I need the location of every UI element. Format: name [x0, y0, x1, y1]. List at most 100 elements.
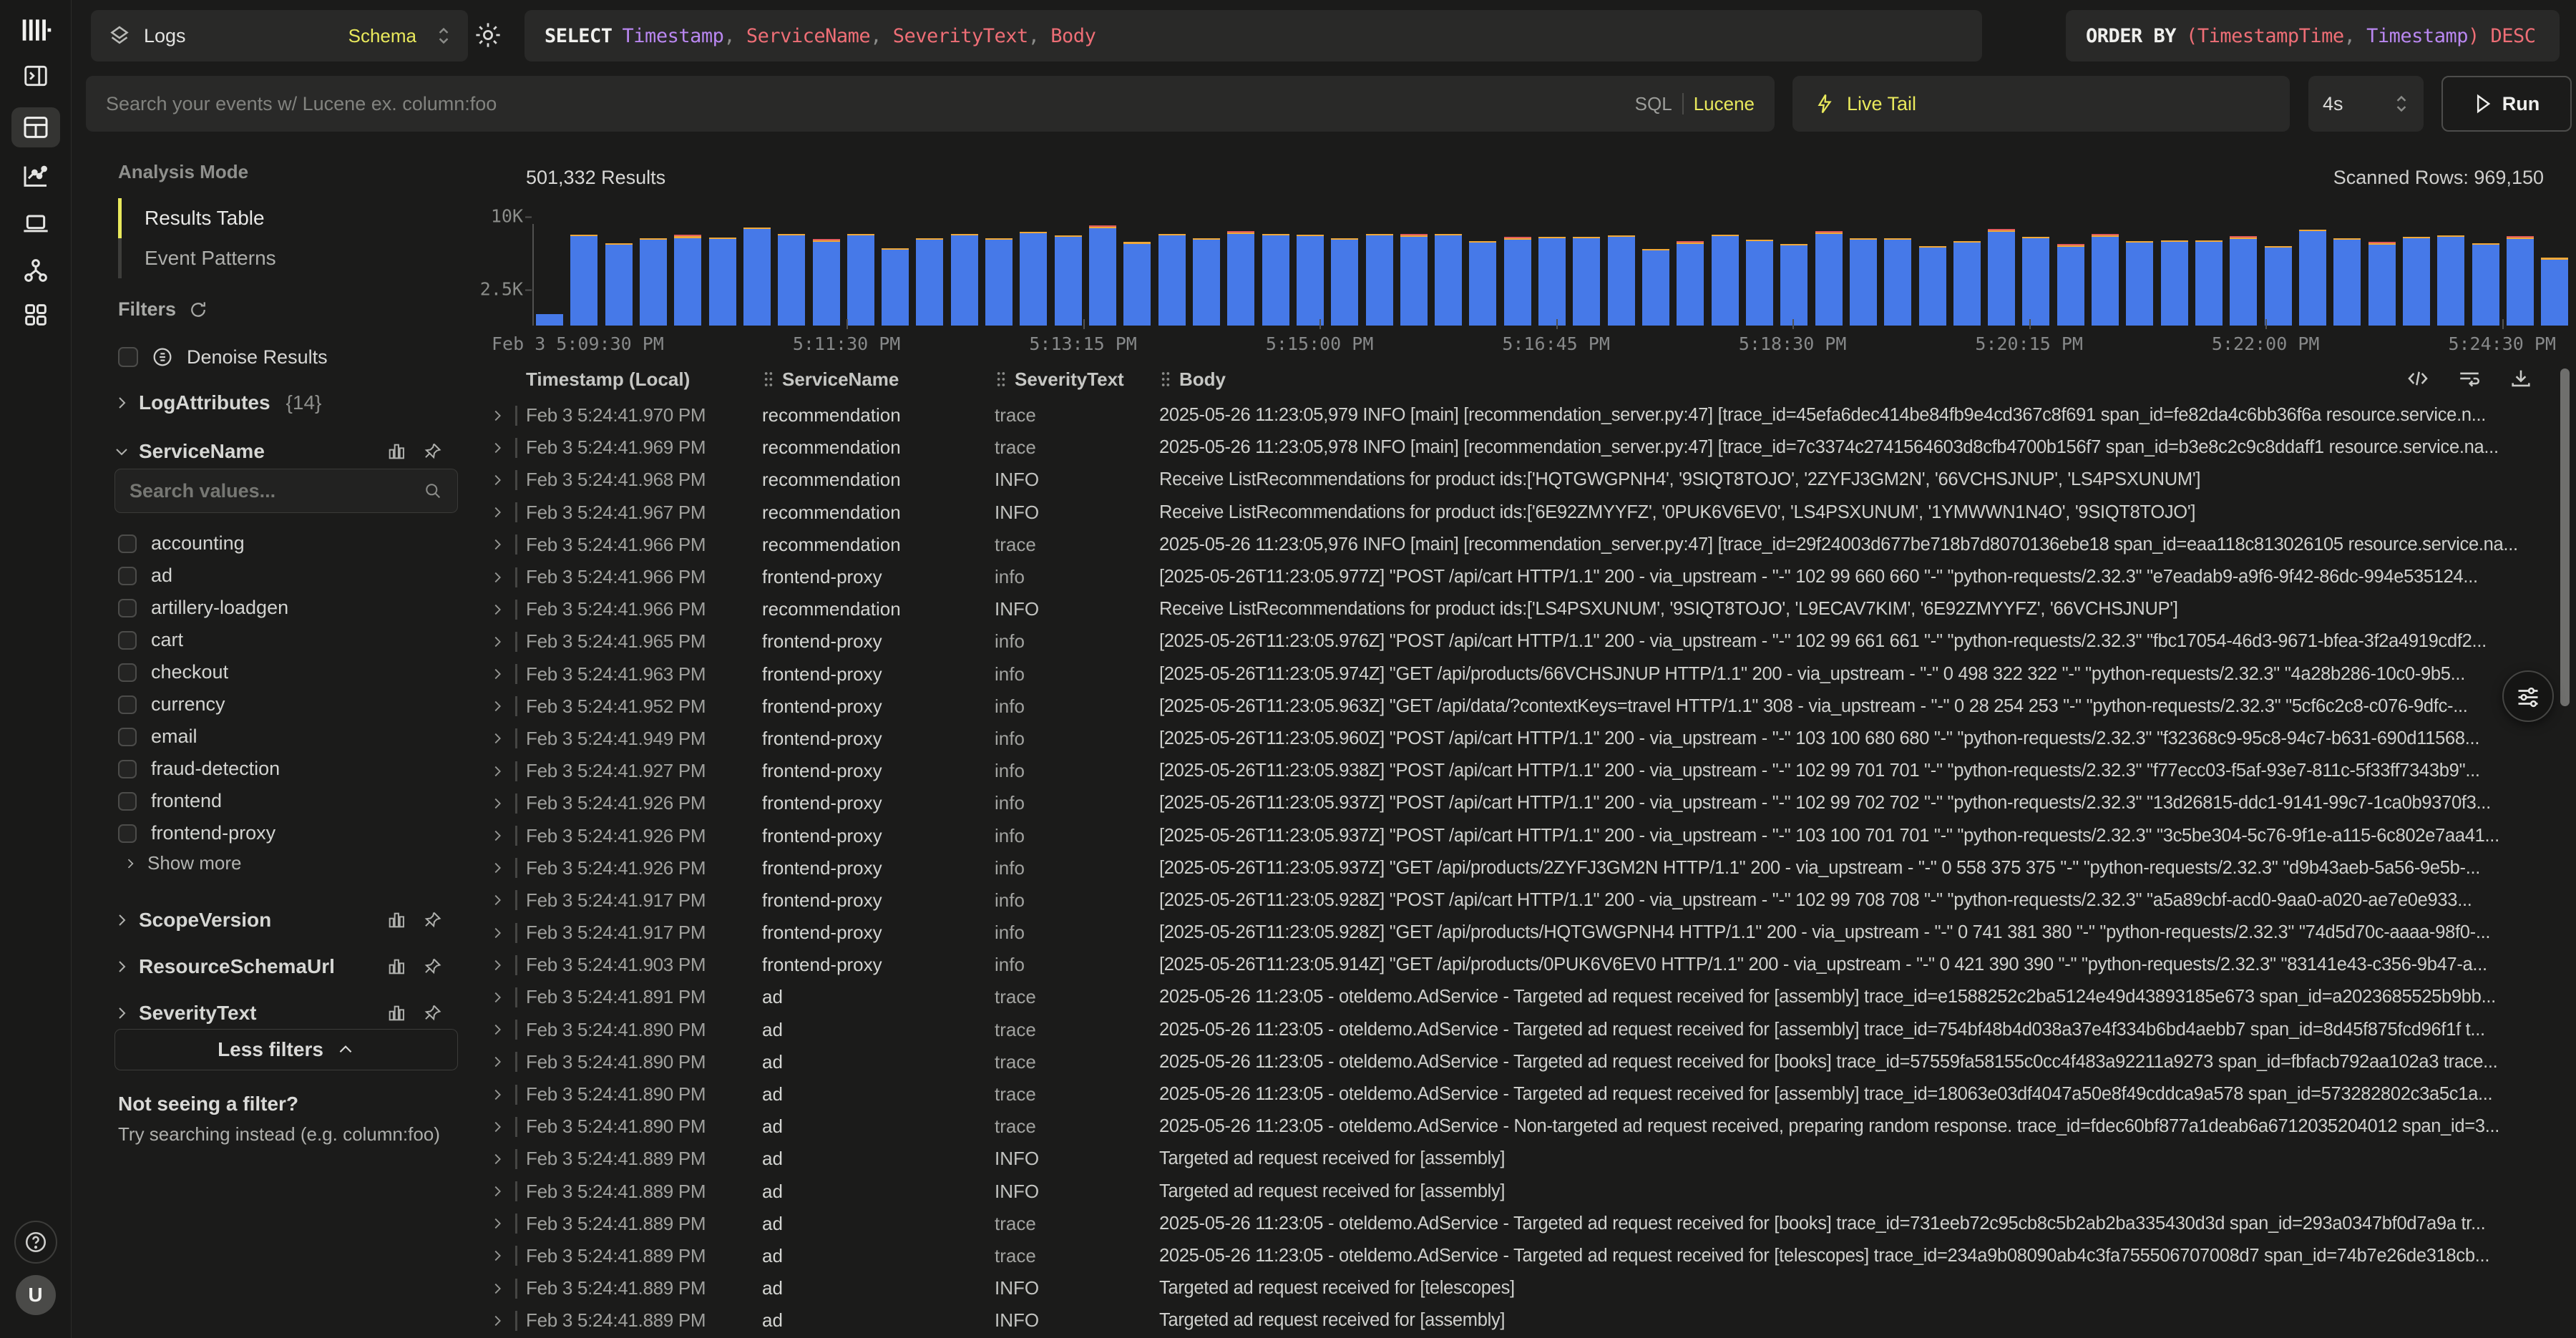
- row-expand-chevron[interactable]: [489, 698, 505, 714]
- row-expand-chevron[interactable]: [489, 1216, 505, 1231]
- checkbox[interactable]: [118, 792, 137, 811]
- vertical-scrollbar-thumb[interactable]: [2560, 368, 2570, 706]
- table-row[interactable]: Feb 3 5:24:41.889 PM ad INFO Targeted ad…: [472, 1176, 2576, 1208]
- service-filter-option[interactable]: email: [118, 721, 447, 753]
- service-filter-option[interactable]: accounting: [118, 527, 447, 560]
- column-header-severitytext[interactable]: SeverityText: [995, 368, 1159, 391]
- pin-icon[interactable]: [422, 957, 442, 977]
- checkbox[interactable]: [118, 760, 137, 778]
- pin-icon[interactable]: [422, 441, 442, 462]
- select-clause-editor[interactable]: SELECT Timestamp, ServiceName, SeverityT…: [525, 10, 1982, 62]
- row-expand-chevron[interactable]: [489, 925, 505, 941]
- analysis-mode-event-patterns[interactable]: Event Patterns: [118, 238, 276, 278]
- row-expand-chevron[interactable]: [489, 828, 505, 844]
- row-expand-chevron[interactable]: [489, 602, 505, 617]
- user-avatar[interactable]: U: [16, 1275, 56, 1315]
- schema-mode-label[interactable]: Schema: [348, 25, 416, 47]
- table-row[interactable]: Feb 3 5:24:41.890 PM ad trace 2025-05-26…: [472, 1110, 2576, 1143]
- row-expand-chevron[interactable]: [489, 408, 505, 424]
- row-expand-chevron[interactable]: [489, 634, 505, 650]
- drag-handle-icon[interactable]: [1159, 371, 1172, 388]
- row-expand-chevron[interactable]: [489, 1313, 505, 1329]
- checkbox[interactable]: [118, 567, 137, 585]
- service-filter-option[interactable]: cart: [118, 624, 447, 656]
- table-row[interactable]: Feb 3 5:24:41.963 PM frontend-proxy info…: [472, 658, 2576, 690]
- row-expand-chevron[interactable]: [489, 440, 505, 456]
- table-row[interactable]: Feb 3 5:24:41.891 PM ad trace 2025-05-26…: [472, 981, 2576, 1013]
- checkbox[interactable]: [118, 663, 137, 682]
- filter-group-logattributes[interactable]: LogAttributes {14}: [113, 391, 442, 414]
- sql-mode-toggle[interactable]: SQL: [1635, 93, 1672, 115]
- checkbox[interactable]: [118, 695, 137, 714]
- wrap-lines-icon[interactable]: [2457, 366, 2482, 391]
- row-expand-chevron[interactable]: [489, 1151, 505, 1167]
- filter-group-servicename[interactable]: ServiceName: [113, 440, 442, 463]
- row-expand-chevron[interactable]: [489, 763, 505, 779]
- table-row[interactable]: Feb 3 5:24:41.968 PM recommendation INFO…: [472, 464, 2576, 496]
- chart-group-icon[interactable]: [386, 957, 406, 977]
- column-header-body[interactable]: Body: [1159, 368, 2576, 391]
- pin-icon[interactable]: [422, 910, 442, 930]
- refresh-filters-icon[interactable]: [187, 299, 209, 321]
- less-filters-button[interactable]: Less filters: [114, 1029, 458, 1070]
- run-button[interactable]: Run: [2441, 76, 2572, 132]
- collapse-sidebar-button[interactable]: [11, 56, 60, 96]
- rail-item-client-sessions[interactable]: [11, 203, 60, 243]
- table-row[interactable]: Feb 3 5:24:41.917 PM frontend-proxy info…: [472, 884, 2576, 917]
- filter-group-scopeversion[interactable]: ScopeVersion: [113, 897, 442, 943]
- row-expand-chevron[interactable]: [489, 666, 505, 682]
- table-row[interactable]: Feb 3 5:24:41.889 PM ad trace 2025-05-26…: [472, 1240, 2576, 1272]
- source-selector[interactable]: Logs Schema: [91, 10, 468, 62]
- table-row[interactable]: Feb 3 5:24:41.952 PM frontend-proxy info…: [472, 690, 2576, 723]
- table-row[interactable]: Feb 3 5:24:41.949 PM frontend-proxy info…: [472, 723, 2576, 755]
- column-header-servicename[interactable]: ServiceName: [762, 368, 995, 391]
- rail-item-services[interactable]: [11, 250, 60, 290]
- display-settings-fab[interactable]: [2502, 670, 2554, 722]
- table-row[interactable]: Feb 3 5:24:41.966 PM recommendation INFO…: [472, 593, 2576, 625]
- rail-item-dashboards[interactable]: [11, 295, 60, 335]
- table-row[interactable]: Feb 3 5:24:41.927 PM frontend-proxy info…: [472, 755, 2576, 787]
- table-row[interactable]: Feb 3 5:24:41.889 PM ad INFO Targeted ad…: [472, 1272, 2576, 1304]
- refresh-interval-select[interactable]: 4s: [2308, 76, 2424, 132]
- code-icon[interactable]: [2406, 366, 2430, 391]
- table-row[interactable]: Feb 3 5:24:41.889 PM ad INFO Targeted ad…: [472, 1304, 2576, 1337]
- drag-handle-icon[interactable]: [762, 371, 775, 388]
- table-row[interactable]: Feb 3 5:24:41.926 PM frontend-proxy info…: [472, 852, 2576, 884]
- rail-item-chart-explorer[interactable]: [11, 156, 60, 196]
- rail-item-search-logs[interactable]: [11, 107, 60, 147]
- checkbox[interactable]: [118, 728, 137, 746]
- live-tail-button[interactable]: Live Tail: [1792, 76, 2290, 132]
- service-filter-option[interactable]: frontend-proxy: [118, 817, 447, 849]
- table-row[interactable]: Feb 3 5:24:41.926 PM frontend-proxy info…: [472, 787, 2576, 819]
- row-expand-chevron[interactable]: [489, 1087, 505, 1103]
- checkbox[interactable]: [118, 631, 137, 650]
- events-histogram[interactable]: 10K2.5K: [533, 211, 2569, 326]
- row-expand-chevron[interactable]: [489, 796, 505, 811]
- help-button[interactable]: [14, 1221, 57, 1264]
- row-expand-chevron[interactable]: [489, 1248, 505, 1264]
- row-expand-chevron[interactable]: [489, 1281, 505, 1297]
- chart-group-icon[interactable]: [386, 441, 406, 462]
- service-filter-option[interactable]: checkout: [118, 656, 447, 688]
- table-row[interactable]: Feb 3 5:24:41.889 PM ad trace 2025-05-26…: [472, 1208, 2576, 1240]
- gear-icon[interactable]: [472, 20, 504, 52]
- service-filter-option[interactable]: currency: [118, 688, 447, 721]
- drag-handle-icon[interactable]: [995, 371, 1008, 388]
- row-expand-chevron[interactable]: [489, 892, 505, 908]
- table-row[interactable]: Feb 3 5:24:41.966 PM frontend-proxy info…: [472, 561, 2576, 593]
- table-row[interactable]: Feb 3 5:24:41.889 PM ad INFO Targeted ad…: [472, 1143, 2576, 1175]
- column-header-timestamp[interactable]: Timestamp (Local): [526, 368, 762, 391]
- row-expand-chevron[interactable]: [489, 472, 505, 488]
- search-values-input[interactable]: Search values...: [114, 469, 458, 513]
- table-row[interactable]: Feb 3 5:24:41.967 PM recommendation INFO…: [472, 497, 2576, 529]
- row-expand-chevron[interactable]: [489, 1183, 505, 1199]
- chart-group-icon[interactable]: [386, 910, 406, 930]
- chart-group-icon[interactable]: [386, 1003, 406, 1023]
- table-row[interactable]: Feb 3 5:24:41.890 PM ad trace 2025-05-26…: [472, 1046, 2576, 1078]
- row-expand-chevron[interactable]: [489, 570, 505, 585]
- lucene-mode-toggle[interactable]: Lucene: [1694, 93, 1755, 115]
- order-by-editor[interactable]: ORDER BY (TimestampTime, Timestamp) DESC: [2066, 10, 2560, 62]
- table-row[interactable]: Feb 3 5:24:41.903 PM frontend-proxy info…: [472, 949, 2576, 981]
- checkbox[interactable]: [118, 824, 137, 843]
- event-search-input[interactable]: Search your events w/ Lucene ex. column:…: [86, 76, 1775, 132]
